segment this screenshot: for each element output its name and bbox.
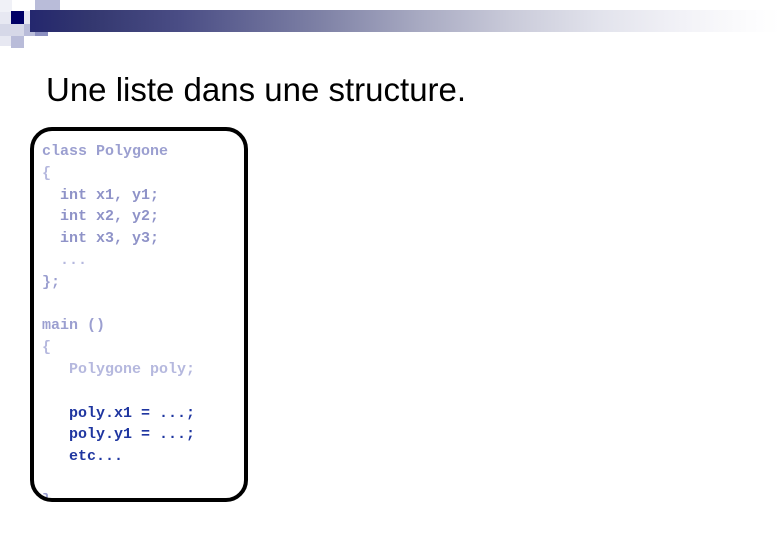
header-decoration: [0, 0, 780, 52]
code-line: poly.x1 = ...;: [42, 404, 196, 422]
code-line: int x2, y2;: [42, 208, 160, 226]
code-line: poly.y1 = ...;: [42, 426, 196, 444]
code-line: {: [42, 339, 52, 357]
code-line: int x3, y3;: [42, 230, 160, 248]
code-listing: class Polygone{ int x1, y1; int x2, y2; …: [42, 141, 196, 502]
code-line: main (): [42, 317, 106, 335]
decoration-square: [11, 24, 24, 36]
code-line: int x1, y1;: [42, 186, 160, 204]
code-line: {: [42, 164, 52, 182]
decoration-square: [11, 36, 24, 48]
code-line: etc...: [42, 448, 124, 466]
code-box: class Polygone{ int x1, y1; int x2, y2; …: [30, 127, 248, 502]
header-gradient-bar: [30, 10, 780, 32]
code-line: ...: [42, 251, 88, 269]
decoration-square-navy: [11, 11, 24, 24]
code-line: Polygone poly;: [42, 360, 196, 378]
code-line: class Polygone: [42, 143, 169, 160]
page-title: Une liste dans une structure.: [46, 71, 467, 108]
code-line: }: [42, 491, 52, 502]
code-line: };: [42, 273, 61, 291]
